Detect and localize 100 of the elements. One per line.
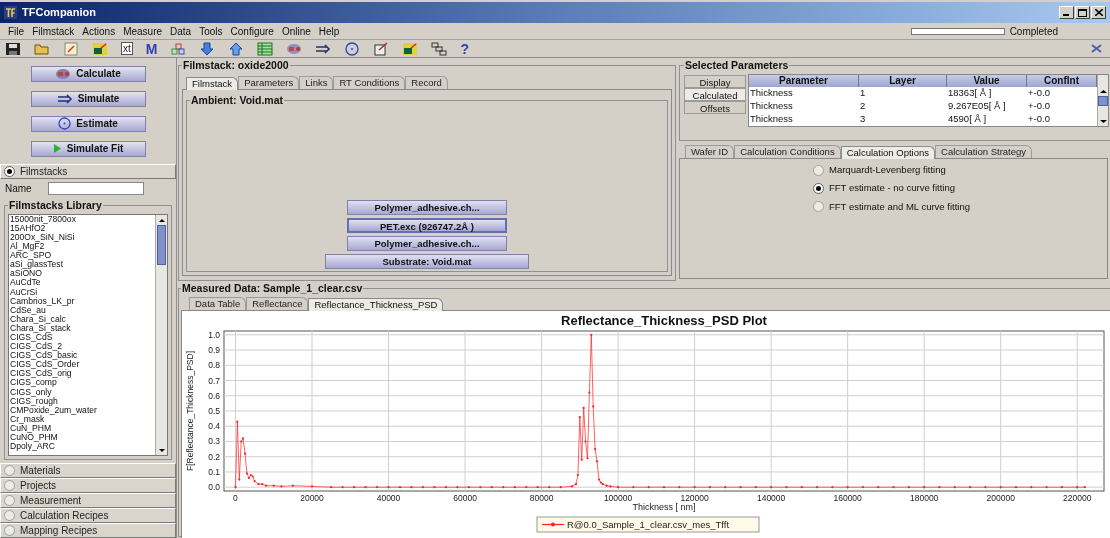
column-header[interactable]: Value: [947, 74, 1027, 87]
list-item[interactable]: CIGS_CdS_basic: [10, 351, 155, 361]
accordion-header[interactable]: Filmstacks: [0, 164, 176, 179]
tab[interactable]: Links: [299, 75, 334, 89]
scroll-thumb[interactable]: [157, 224, 166, 265]
tab[interactable]: Parameters: [238, 75, 300, 89]
column-header[interactable]: Layer: [859, 74, 947, 87]
menu-item[interactable]: Help: [314, 23, 344, 39]
layer-button[interactable]: Substrate: Void.mat: [325, 254, 529, 269]
list-item[interactable]: Dpoly_ARC: [10, 442, 155, 452]
action-button[interactable]: Estimate: [30, 115, 146, 132]
layer-button[interactable]: Polymer_adhesive.ch...: [347, 236, 507, 251]
grid-icon[interactable]: [170, 41, 187, 56]
tab[interactable]: Reflectance: [246, 296, 309, 310]
menu-item[interactable]: Configure: [226, 23, 278, 39]
list-item[interactable]: 15000nit_7800ox: [10, 214, 155, 224]
scrollbar[interactable]: [155, 214, 167, 455]
menu-item[interactable]: Tools: [195, 23, 227, 39]
tab[interactable]: Reflectance_Thickness_PSD: [308, 297, 444, 311]
menu-item[interactable]: Online: [277, 23, 315, 39]
data-point: [586, 456, 589, 460]
tab[interactable]: Record: [405, 75, 448, 89]
tab[interactable]: Calculation Strategy: [935, 145, 1033, 158]
list-item[interactable]: Al_MgF2: [10, 242, 155, 252]
list-item[interactable]: CIGS_rough: [10, 396, 155, 406]
toolbar-letter-button[interactable]: M: [145, 41, 158, 56]
scrollbar[interactable]: [1097, 74, 1108, 126]
scroll-thumb[interactable]: [1098, 95, 1108, 106]
name-field[interactable]: [47, 182, 144, 195]
data-point: [708, 485, 711, 489]
tab[interactable]: Filmstack: [186, 76, 239, 90]
tab[interactable]: Calculation Options: [840, 146, 936, 159]
calculator-icon[interactable]: [286, 41, 303, 56]
accordion-header[interactable]: Measurement: [0, 493, 176, 508]
menu-item[interactable]: Actions: [78, 23, 120, 39]
list-item[interactable]: Cr_mask: [10, 414, 155, 424]
menu-item[interactable]: Data: [166, 23, 196, 39]
list-item[interactable]: AuCdTe: [10, 278, 155, 288]
data-point: [831, 485, 834, 489]
list-item[interactable]: CMPoxide_2um_water: [10, 405, 155, 415]
minimize-button[interactable]: [1059, 6, 1074, 19]
tab[interactable]: RT Conditions: [333, 75, 406, 89]
accordion-header[interactable]: Projects: [0, 478, 176, 493]
maximize-button[interactable]: [1075, 6, 1090, 19]
list-item[interactable]: CuN_PHM: [10, 423, 155, 433]
list-item[interactable]: CIGS_comp: [10, 378, 155, 388]
folder-icon[interactable]: [34, 41, 50, 56]
list-item[interactable]: Chara_Si_calc: [10, 314, 155, 324]
list-item[interactable]: Cambrios_LK_pr: [10, 296, 155, 306]
layer-button[interactable]: Polymer_adhesive.ch...: [347, 200, 507, 215]
links-icon[interactable]: [431, 41, 448, 56]
action-button[interactable]: Simulate Fit: [30, 140, 146, 157]
list-item[interactable]: ARC_SPO: [10, 251, 155, 261]
list-item[interactable]: aSi_glassTest: [10, 260, 155, 270]
list-item[interactable]: AuCrSi: [10, 287, 155, 297]
list-item[interactable]: CIGS_CdS_2: [10, 342, 155, 352]
list-item[interactable]: CIGS_CdS_orig: [10, 369, 155, 379]
list-item[interactable]: CIGS_CdS_Order: [10, 360, 155, 370]
toolbar-text-button[interactable]: xt: [121, 42, 133, 55]
action-button[interactable]: Calculate: [30, 65, 146, 82]
accordion-header[interactable]: Materials: [0, 463, 176, 478]
list-item[interactable]: aSiONO: [10, 269, 155, 279]
table-icon[interactable]: [257, 41, 274, 56]
target-icon[interactable]: [344, 41, 361, 56]
x-tick-label: 120000: [680, 492, 709, 503]
radio-option[interactable]: Marquardt-Levenberg fitting: [813, 163, 946, 178]
list-item[interactable]: CIGS_CdS: [10, 332, 155, 343]
radio-option[interactable]: FFT estimate - no curve fitting: [813, 181, 955, 196]
tab[interactable]: Wafer ID: [685, 145, 735, 158]
menu-item[interactable]: Measure: [119, 23, 167, 39]
radio-option[interactable]: FFT estimate and ML curve fitting: [813, 199, 970, 214]
toolbar-letter-button[interactable]: ?: [460, 41, 469, 56]
close-icon[interactable]: [1091, 44, 1102, 53]
x-tick-label: 0: [233, 492, 238, 503]
menu-item[interactable]: File: [4, 23, 29, 39]
column-header[interactable]: ConfInt: [1027, 74, 1097, 87]
data-point: [754, 485, 757, 489]
tab[interactable]: Calculation Conditions: [734, 145, 841, 158]
list-item[interactable]: 15AHfO2: [10, 223, 155, 233]
side-tab[interactable]: Display: [684, 74, 746, 88]
column-header[interactable]: Parameter: [749, 74, 859, 87]
up-arrow-icon[interactable]: [228, 41, 245, 56]
document-icon[interactable]: [63, 41, 79, 56]
data-point: [421, 485, 425, 489]
tab[interactable]: Data Table: [189, 296, 247, 310]
accordion-header[interactable]: Calculation Recipes: [0, 508, 176, 523]
arrows-icon[interactable]: [315, 41, 332, 56]
menu-item[interactable]: Filmstack: [28, 23, 79, 39]
action-button[interactable]: Simulate: [30, 90, 146, 107]
list-item[interactable]: CIGS_only: [10, 387, 155, 397]
save-icon[interactable]: [5, 41, 21, 56]
down-arrow-icon[interactable]: [199, 41, 216, 56]
accordion-header[interactable]: Mapping Recipes: [0, 523, 176, 538]
close-button[interactable]: [1091, 6, 1106, 19]
list-item[interactable]: 200Ox_SiN_NiSi: [10, 232, 155, 243]
layer-button[interactable]: PET.exc (926747.2Å ): [347, 218, 507, 233]
list-item[interactable]: CdSe_au: [10, 305, 155, 315]
list-item[interactable]: Chara_Si_stack: [10, 323, 155, 333]
data-point: [502, 485, 505, 489]
list-item[interactable]: CuNO_PHM: [10, 433, 155, 443]
